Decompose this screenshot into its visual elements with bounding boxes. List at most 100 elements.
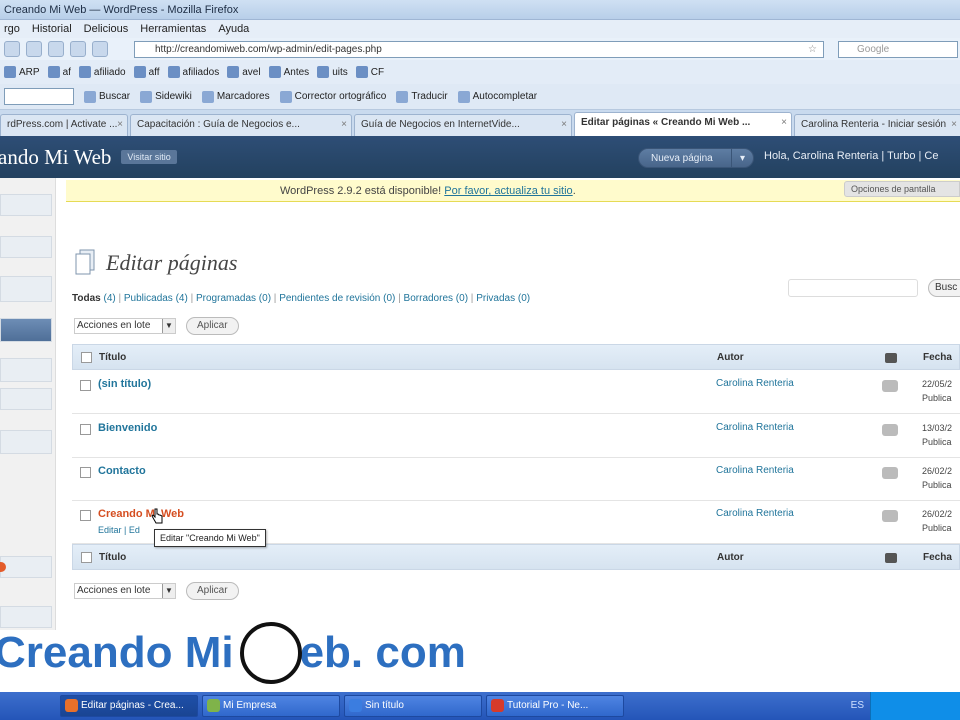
apply-button[interactable]: Aplicar — [186, 582, 239, 600]
bookmark-item[interactable]: afiliado — [78, 66, 126, 78]
menu-item[interactable]: Herramientas — [140, 23, 206, 35]
browser-tab[interactable]: Capacitación : Guía de Negocios e... × — [130, 114, 352, 136]
menu-item[interactable]: rgo — [4, 23, 20, 35]
chevron-down-icon[interactable]: ▼ — [162, 319, 175, 333]
select-all-checkbox[interactable] — [81, 552, 92, 563]
close-icon[interactable]: × — [341, 115, 347, 135]
select-all-checkbox[interactable] — [81, 352, 92, 363]
browser-tab[interactable]: Carolina Renteria - Iniciar sesión × — [794, 114, 960, 136]
sidebar-item[interactable] — [0, 236, 52, 258]
home-icon[interactable] — [92, 41, 108, 57]
page-title-link[interactable]: Contacto — [98, 465, 146, 477]
comment-count-icon[interactable] — [882, 467, 898, 479]
sidebar-item[interactable] — [0, 388, 52, 410]
comment-count-icon[interactable] — [882, 380, 898, 392]
bookmark-item[interactable]: aff — [133, 66, 160, 78]
search-pages-input[interactable] — [788, 279, 918, 297]
close-icon[interactable]: × — [117, 115, 123, 135]
toolbar-item[interactable]: Traducir — [396, 90, 448, 103]
menu-item[interactable]: Ayuda — [218, 23, 249, 35]
browser-tab[interactable]: rdPress.com | Activate ... × — [0, 114, 128, 136]
column-author[interactable]: Autor — [717, 352, 744, 363]
row-checkbox[interactable] — [80, 380, 91, 391]
bookmark-item[interactable]: af — [47, 66, 71, 78]
author-link[interactable]: Carolina Renteria — [716, 378, 794, 389]
column-title[interactable]: Título — [99, 552, 126, 563]
close-icon[interactable]: × — [781, 113, 787, 133]
browser-tab[interactable]: Guía de Negocios en InternetVide... × — [354, 114, 572, 136]
bookmark-item[interactable]: avel — [227, 66, 261, 78]
back-icon[interactable] — [4, 41, 20, 57]
sidebar-item[interactable] — [0, 430, 52, 454]
taskbar-item[interactable]: Tutorial Pro - Ne... — [486, 695, 624, 717]
row-checkbox[interactable] — [80, 510, 91, 521]
author-link[interactable]: Carolina Renteria — [716, 422, 794, 433]
bookmarks-toolbar: ARP af afiliado aff afiliados avel Antes… — [0, 60, 960, 84]
site-title[interactable]: ando Mi Web — [0, 145, 111, 170]
sidebar-item[interactable] — [0, 556, 52, 578]
filter-private[interactable]: Privadas (0) — [476, 293, 530, 304]
bookmark-item[interactable]: afiliados — [167, 66, 219, 78]
author-link[interactable]: Carolina Renteria — [716, 465, 794, 476]
search-pages-button[interactable]: Busc — [928, 279, 960, 297]
bulk-actions-select[interactable]: Acciones en lote ▼ — [74, 318, 176, 334]
close-icon[interactable]: × — [561, 115, 567, 135]
comment-count-icon[interactable] — [882, 424, 898, 436]
toolbar-item[interactable]: Corrector ortográfico — [279, 90, 386, 103]
forward-icon[interactable] — [26, 41, 42, 57]
taskbar-item[interactable]: Editar páginas - Crea... — [60, 695, 198, 717]
user-greeting[interactable]: Hola, Carolina Renteria | Turbo | Ce — [764, 150, 938, 162]
browser-tab-active[interactable]: Editar páginas « Creando Mi Web ... × — [574, 112, 792, 136]
bookmark-item[interactable]: Antes — [268, 66, 309, 78]
column-title[interactable]: Título — [99, 352, 126, 363]
update-link[interactable]: Por favor, actualiza tu sitio — [444, 185, 572, 197]
bookmark-star-icon[interactable]: ☆ — [808, 42, 817, 57]
apply-button[interactable]: Aplicar — [186, 317, 239, 335]
row-checkbox[interactable] — [80, 424, 91, 435]
visit-site-button[interactable]: Visitar sitio — [121, 150, 177, 164]
new-page-button[interactable]: Nueva página ▾ — [638, 148, 754, 168]
filter-published[interactable]: Publicadas (4) — [124, 293, 188, 304]
filter-all[interactable]: Todas (4) — [72, 293, 116, 304]
taskbar-item[interactable]: Mi Empresa — [202, 695, 340, 717]
menu-item[interactable]: Delicious — [84, 23, 129, 35]
search-box[interactable]: Google — [838, 40, 958, 58]
column-date[interactable]: Fecha — [923, 552, 952, 563]
taskbar-item[interactable]: Sin título — [344, 695, 482, 717]
address-bar[interactable]: http://creandomiweb.com/wp-admin/edit-pa… — [134, 40, 824, 58]
row-actions[interactable]: Editar | Ed — [98, 525, 140, 535]
bookmark-item[interactable]: ARP — [4, 66, 40, 78]
close-icon[interactable]: × — [951, 115, 957, 135]
row-checkbox[interactable] — [80, 467, 91, 478]
stop-icon[interactable] — [70, 41, 86, 57]
author-link[interactable]: Carolina Renteria — [716, 508, 794, 519]
toolbar-item[interactable]: Autocompletar — [457, 90, 537, 103]
column-date[interactable]: Fecha — [923, 352, 952, 363]
chevron-down-icon[interactable]: ▼ — [162, 584, 175, 598]
page-title-link[interactable]: Bienvenido — [98, 422, 157, 434]
page-title-link[interactable]: Creando Mi Web — [98, 508, 184, 520]
screen-options-button[interactable]: Opciones de pantalla — [844, 181, 960, 197]
sidebar-item[interactable] — [0, 358, 52, 382]
toolbar-item[interactable]: Sidewiki — [140, 90, 192, 103]
filter-pending[interactable]: Pendientes de revisión (0) — [279, 293, 395, 304]
filter-drafts[interactable]: Borradores (0) — [404, 293, 468, 304]
column-author[interactable]: Autor — [717, 552, 744, 563]
bookmark-item[interactable]: CF — [355, 66, 384, 78]
bulk-actions-select[interactable]: Acciones en lote ▼ — [74, 583, 176, 599]
toolbar-item[interactable]: Buscar — [84, 90, 130, 103]
sidebar-item[interactable] — [0, 276, 52, 302]
page-title-link[interactable]: (sin título) — [98, 378, 151, 390]
sidebar-item-pages[interactable] — [0, 318, 52, 342]
chevron-down-icon[interactable]: ▾ — [731, 149, 753, 167]
sidebar-item[interactable] — [0, 606, 52, 628]
toolbar-search-input[interactable] — [4, 88, 74, 105]
comment-count-icon[interactable] — [882, 510, 898, 522]
filter-scheduled[interactable]: Programadas (0) — [196, 293, 271, 304]
toolbar-item[interactable]: Marcadores — [201, 90, 270, 103]
reload-icon[interactable] — [48, 41, 64, 57]
menu-item[interactable]: Historial — [32, 23, 72, 35]
sidebar-item[interactable] — [0, 194, 52, 216]
language-indicator[interactable]: ES — [851, 700, 864, 711]
bookmark-item[interactable]: uits — [317, 66, 348, 78]
